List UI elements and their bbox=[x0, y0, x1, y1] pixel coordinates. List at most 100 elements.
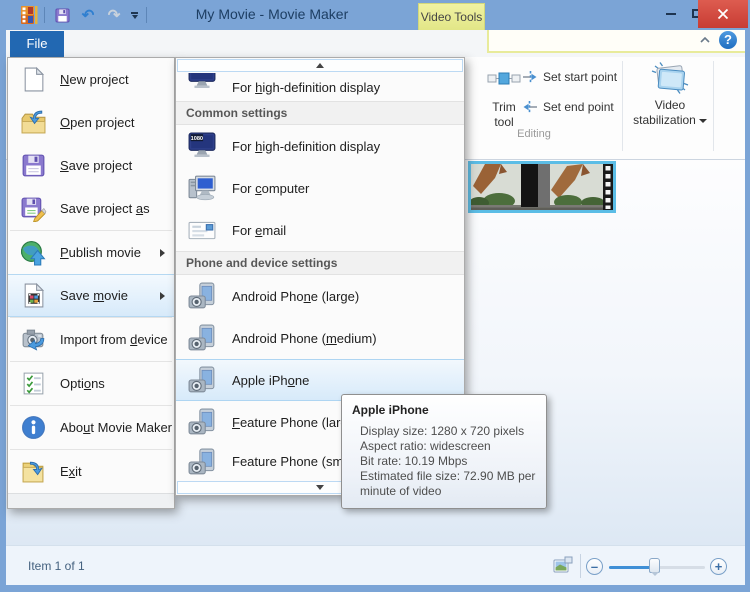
zoom-in-button[interactable]: + bbox=[710, 558, 727, 575]
menu-item-label: Publish movie bbox=[60, 245, 141, 260]
exit-icon bbox=[20, 458, 47, 485]
menu-item-label: Save movie bbox=[60, 288, 128, 303]
menu-item-save-project[interactable]: Save project bbox=[8, 144, 174, 187]
hd-display-icon bbox=[188, 73, 216, 93]
contextual-ribbon-strip: ? bbox=[487, 30, 745, 53]
set-start-point-button[interactable]: Set start point bbox=[522, 66, 617, 88]
thumbnail-view-icon[interactable] bbox=[553, 556, 573, 574]
close-icon bbox=[717, 8, 729, 20]
trim-tool-label: Trim tool bbox=[492, 100, 516, 129]
submenu-item-hd-display[interactable]: 1080 For high-definition display bbox=[176, 125, 464, 167]
scroll-down-icon bbox=[316, 485, 324, 490]
save-project-icon bbox=[20, 152, 47, 179]
menu-item-label: Options bbox=[60, 376, 105, 391]
menu-item-label: Save project as bbox=[60, 201, 150, 216]
import-from-device-icon bbox=[20, 326, 47, 353]
minimize-button[interactable] bbox=[658, 0, 684, 27]
menu-item-label: Exit bbox=[60, 464, 82, 479]
set-end-point-label: Set end point bbox=[543, 99, 614, 114]
trim-tool-icon bbox=[487, 72, 521, 85]
video-stabilization-label: Video stabilization bbox=[630, 98, 710, 128]
submenu-item-label: For email bbox=[232, 222, 287, 238]
phone-device-icon bbox=[188, 366, 216, 394]
phone-device-icon bbox=[188, 408, 216, 436]
zoom-slider-thumb[interactable] bbox=[649, 558, 660, 576]
menu-item-label: Open project bbox=[60, 115, 135, 130]
statusbar-separator bbox=[580, 554, 581, 578]
window-title: My Movie - Movie Maker bbox=[195, 6, 349, 22]
save-icon[interactable] bbox=[53, 6, 71, 24]
zoom-out-button[interactable]: – bbox=[586, 558, 603, 575]
new-project-icon bbox=[20, 66, 47, 93]
submenu-item-for-email[interactable]: For email bbox=[176, 209, 464, 251]
submenu-item-label: For high-definition display bbox=[232, 79, 381, 95]
menu-item-label: New project bbox=[60, 72, 129, 87]
save-movie-icon bbox=[20, 282, 47, 309]
section-header-common-settings: Common settings bbox=[176, 101, 464, 125]
about-info-icon bbox=[20, 414, 47, 441]
phone-device-icon bbox=[188, 282, 216, 310]
scroll-up-button[interactable] bbox=[177, 59, 463, 72]
tooltip-line: Aspect ratio: widescreen bbox=[360, 439, 491, 453]
menu-item-label: Save project bbox=[60, 158, 133, 173]
submenu-item-label: For computer bbox=[232, 180, 310, 196]
zoom-slider[interactable] bbox=[609, 558, 705, 576]
set-end-point-button[interactable]: Set end point bbox=[522, 96, 614, 118]
menu-item-save-project-as[interactable]: Save project as bbox=[8, 187, 174, 230]
ribbon-separator bbox=[622, 61, 623, 151]
movie-maker-window: ↶ ↷ My Movie - Movie Maker Video Tools F… bbox=[0, 0, 750, 592]
help-icon[interactable]: ? bbox=[719, 31, 737, 49]
customize-qat-icon[interactable] bbox=[131, 11, 138, 19]
submenu-item-label: Android Phone (large) bbox=[232, 288, 360, 304]
menu-item-open-project[interactable]: Open project bbox=[8, 101, 174, 144]
submenu-item-android-large[interactable]: Android Phone (large) bbox=[176, 275, 464, 317]
ribbon-tab-row: File ? bbox=[6, 30, 745, 57]
submenu-item-label: Apple iPhone bbox=[232, 372, 310, 388]
email-icon bbox=[188, 216, 216, 244]
phone-device-icon bbox=[188, 448, 216, 476]
video-clip-thumbnail[interactable] bbox=[468, 161, 616, 213]
video-stabilization-button[interactable]: Video stabilization bbox=[628, 60, 712, 152]
publish-movie-icon bbox=[20, 239, 47, 266]
ribbon-separator bbox=[713, 61, 714, 151]
tooltip-line: Bit rate: 10.19 Mbps bbox=[360, 454, 468, 468]
hd-display-icon: 1080 bbox=[188, 132, 216, 160]
scroll-up-icon bbox=[316, 63, 324, 68]
menu-item-label: Import from device bbox=[60, 332, 168, 347]
close-button[interactable] bbox=[698, 0, 748, 28]
submenu-arrow-icon bbox=[160, 291, 165, 300]
save-project-as-icon bbox=[20, 195, 47, 223]
submenu-item-hd-display-partial[interactable]: For high-definition display bbox=[176, 73, 464, 101]
redo-icon[interactable]: ↷ bbox=[105, 6, 123, 24]
tooltip-title: Apple iPhone bbox=[352, 403, 429, 417]
collapse-ribbon-icon[interactable] bbox=[699, 34, 711, 46]
submenu-item-android-medium[interactable]: Android Phone (medium) bbox=[176, 317, 464, 359]
preset-tooltip: Apple iPhone Display size: 1280 x 720 pi… bbox=[341, 394, 547, 509]
menu-item-publish-movie[interactable]: Publish movie bbox=[8, 231, 174, 274]
title-bar: ↶ ↷ My Movie - Movie Maker Video Tools bbox=[0, 0, 750, 30]
menu-item-import-from-device[interactable]: Import from device bbox=[8, 318, 174, 361]
menu-item-label: About Movie Maker bbox=[60, 420, 173, 435]
dropdown-arrow-icon bbox=[698, 118, 707, 123]
status-bar: Item 1 of 1 – + bbox=[6, 545, 745, 585]
undo-icon[interactable]: ↶ bbox=[79, 6, 97, 24]
tooltip-line: Estimated file size: 72.90 MB per minute… bbox=[360, 469, 536, 498]
file-tab[interactable]: File bbox=[10, 31, 64, 57]
section-header-phone-settings: Phone and device settings bbox=[176, 251, 464, 275]
file-menu: New project Open project Save project Sa… bbox=[7, 57, 175, 509]
menu-item-save-movie[interactable]: Save movie bbox=[8, 274, 174, 317]
submenu-item-label: For high-definition display bbox=[232, 138, 381, 154]
menu-item-new-project[interactable]: New project bbox=[8, 58, 174, 101]
menu-item-exit[interactable]: Exit bbox=[8, 450, 174, 493]
set-start-point-label: Set start point bbox=[543, 69, 618, 84]
submenu-item-for-computer[interactable]: For computer bbox=[176, 167, 464, 209]
open-project-icon bbox=[20, 109, 47, 136]
submenu-item-label: Android Phone (medium) bbox=[232, 330, 377, 346]
movie-maker-app-icon[interactable] bbox=[20, 6, 39, 24]
submenu-arrow-icon bbox=[160, 248, 165, 257]
menu-item-about[interactable]: About Movie Maker bbox=[8, 406, 174, 449]
quick-access-toolbar: ↶ ↷ bbox=[44, 5, 147, 25]
menu-item-options[interactable]: Options bbox=[8, 362, 174, 405]
video-tools-contextual-tab[interactable]: Video Tools bbox=[418, 3, 485, 30]
set-end-point-icon bbox=[523, 101, 537, 113]
